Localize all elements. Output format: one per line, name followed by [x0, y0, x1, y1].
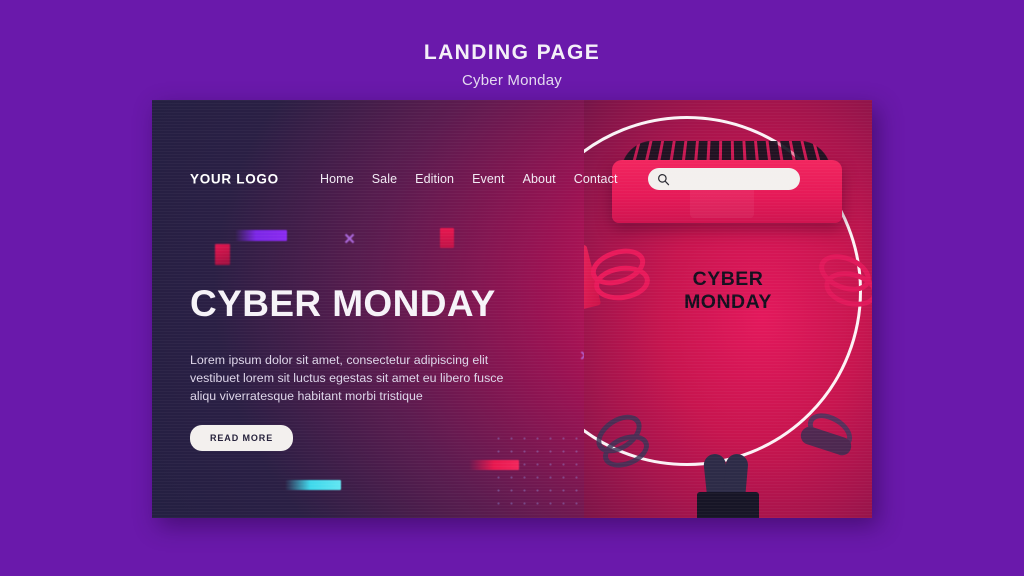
- page-title: LANDING PAGE: [423, 41, 601, 64]
- purple-bar-decoration: [235, 230, 287, 241]
- clip-base: [697, 492, 759, 518]
- nav-link-event[interactable]: Event: [472, 172, 504, 186]
- nav-link-about[interactable]: About: [523, 172, 556, 186]
- dark-binder-clip-center: [689, 440, 767, 518]
- nav-links: Home Sale Edition Event About Contact: [320, 172, 618, 186]
- x-mark-icon-top-purple: ×: [344, 229, 356, 250]
- page-header: LANDING PAGE Cyber Monday: [0, 41, 1024, 89]
- nav-link-home[interactable]: Home: [320, 172, 354, 186]
- dark-binder-clip-left: [589, 406, 662, 488]
- page-subtitle: Cyber Monday: [462, 72, 562, 90]
- product-image-label: CYBER MONDAY: [584, 268, 872, 314]
- hero-heading: CYBER MONDAY: [190, 283, 496, 324]
- hero-section: CYBER MONDAY Lorem ipsum dolor sit amet,…: [190, 283, 560, 452]
- nav-link-contact[interactable]: Contact: [574, 172, 618, 186]
- nav-link-edition[interactable]: Edition: [415, 172, 454, 186]
- site-logo[interactable]: YOUR LOGO: [190, 172, 279, 187]
- product-label-line-1: CYBER: [692, 268, 764, 290]
- search-icon: [657, 173, 670, 186]
- search-bar[interactable]: [648, 168, 800, 190]
- hero-paragraph: Lorem ipsum dolor sit amet, consectetur …: [190, 352, 504, 403]
- landing-page-card: × × × × ×: [152, 100, 872, 518]
- crimson-bar-top-decoration: [440, 228, 454, 248]
- dark-binder-clip-right: [798, 406, 870, 470]
- product-label-line-2: MONDAY: [684, 290, 772, 313]
- read-more-button[interactable]: READ MORE: [190, 425, 294, 452]
- nav-link-sale[interactable]: Sale: [372, 172, 397, 186]
- pink-bar-bottom-decoration: [469, 460, 519, 470]
- landing-page-mockup: LANDING PAGE Cyber Monday × × × × ×: [0, 0, 1024, 576]
- crimson-square-decoration: [215, 244, 230, 265]
- cyan-bar-decoration: [285, 480, 341, 490]
- navbar: YOUR LOGO Home Sale Edition Event About …: [152, 162, 872, 196]
